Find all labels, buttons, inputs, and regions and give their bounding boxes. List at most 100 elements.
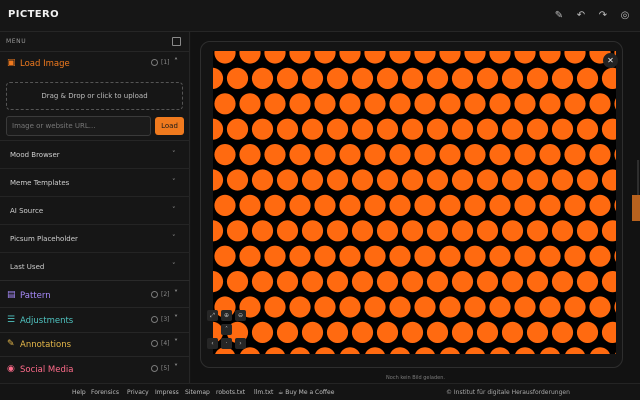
pattern-dot <box>439 245 461 267</box>
dot-pattern <box>189 42 640 369</box>
sub-item-meme-templates[interactable]: Meme Templates ˅ <box>0 169 190 197</box>
chevron-down-icon[interactable]: ˅ <box>174 314 178 323</box>
pattern-dot <box>339 245 361 267</box>
pan-right-icon[interactable]: › <box>235 338 246 349</box>
info-icon[interactable] <box>151 291 158 298</box>
pattern-dot <box>376 118 399 140</box>
sub-item-ai-source[interactable]: AI Source ˅ <box>0 197 190 225</box>
upload-dropzone[interactable]: Drag & Drop or click to upload <box>6 82 183 110</box>
sub-item-label: Meme Templates <box>10 179 70 187</box>
section-load-image[interactable]: ▣ Load Image [1] ˄ <box>0 52 190 76</box>
pattern-dot <box>389 42 411 64</box>
footer-link-privacy[interactable]: Privacy <box>127 389 149 396</box>
footer-copyright: © Institut für digitale Herausforderunge… <box>446 389 570 396</box>
pattern-dot <box>601 220 624 242</box>
sub-item-last-used[interactable]: Last Used ˅ <box>0 253 190 281</box>
footer-link-forensics[interactable]: Forensics <box>91 389 119 396</box>
pattern-dot <box>376 271 399 293</box>
sub-item-mood-browser[interactable]: Mood Browser ˅ <box>0 141 190 169</box>
info-icon[interactable] <box>151 365 158 372</box>
pattern-dot <box>289 93 311 115</box>
pattern-dot <box>251 67 274 89</box>
section-adjustments[interactable]: ☰ Adjustments [3] ˅ <box>0 309 190 333</box>
footer-link-impress[interactable]: Impress <box>155 389 179 396</box>
pattern-dot <box>251 321 274 343</box>
redo-icon[interactable]: ↷ <box>595 8 611 24</box>
pattern-dot <box>464 144 486 166</box>
section-count: [1] <box>161 59 170 66</box>
pen-icon[interactable]: ✎ <box>551 8 567 24</box>
pattern-dot <box>539 245 561 267</box>
pattern-dot <box>301 220 324 242</box>
section-pattern[interactable]: ▤ Pattern [2] ˅ <box>0 284 190 308</box>
pan-center-icon[interactable]: · <box>221 338 232 349</box>
pattern-dot <box>301 321 324 343</box>
pattern-dot <box>364 347 386 369</box>
pattern-dot <box>401 220 424 242</box>
pattern-dot <box>214 93 236 115</box>
fullscreen-icon[interactable]: ⤢ <box>207 310 218 321</box>
pattern-dot <box>264 347 286 369</box>
image-url-input[interactable] <box>6 116 151 136</box>
pan-left-icon[interactable]: ‹ <box>207 338 218 349</box>
pattern-dot <box>489 42 511 64</box>
pattern-dot <box>514 93 536 115</box>
footer-link-robots[interactable]: robots.txt <box>216 389 245 396</box>
pattern-dot <box>414 194 436 216</box>
pattern-dot <box>326 67 349 89</box>
pencil-icon: ✎ <box>7 339 15 349</box>
pattern-dot <box>226 169 249 191</box>
pattern-dot <box>276 118 299 140</box>
palette-icon[interactable]: ◎ <box>617 8 633 24</box>
zoom-out-icon[interactable]: ⊖ <box>235 310 246 321</box>
chevron-down-icon[interactable]: ˅ <box>174 289 178 298</box>
section-annotations[interactable]: ✎ Annotations [4] ˅ <box>0 333 190 357</box>
pattern-dot <box>401 169 424 191</box>
info-icon[interactable] <box>151 340 158 347</box>
pattern-dot <box>376 321 399 343</box>
footer-link-help[interactable]: Help <box>72 389 86 396</box>
sub-item-picsum-placeholder[interactable]: Picsum Placeholder ˅ <box>0 225 190 253</box>
footer-link-coffee[interactable]: ☕ Buy Me a Coffee <box>278 389 334 396</box>
pattern-dot <box>564 194 586 216</box>
pattern-dot <box>476 220 499 242</box>
pattern-dot <box>326 271 349 293</box>
pattern-dot <box>589 296 611 318</box>
close-icon[interactable]: ✕ <box>603 53 618 68</box>
pattern-dot <box>401 271 424 293</box>
pattern-dot <box>289 144 311 166</box>
load-button[interactable]: Load <box>155 117 184 135</box>
sub-item-label: AI Source <box>10 207 44 215</box>
pattern-dot <box>539 93 561 115</box>
chevron-down-icon[interactable]: ˅ <box>174 363 178 372</box>
chevron-up-icon[interactable]: ˄ <box>174 57 178 66</box>
pattern-dot <box>414 296 436 318</box>
pattern-dot <box>389 245 411 267</box>
pattern-dot <box>614 93 636 115</box>
pattern-dot <box>401 118 424 140</box>
pan-up-icon[interactable]: ˄ <box>221 324 232 335</box>
pattern-dot <box>451 220 474 242</box>
chevron-down-icon[interactable]: ˅ <box>174 338 178 347</box>
info-icon[interactable] <box>151 316 158 323</box>
pattern-dot <box>551 67 574 89</box>
pattern-dot <box>389 93 411 115</box>
pattern-dot <box>526 220 549 242</box>
undo-icon[interactable]: ↶ <box>573 8 589 24</box>
footer-link-sitemap[interactable]: Sitemap <box>185 389 210 396</box>
pattern-dot <box>589 144 611 166</box>
section-social-media[interactable]: ◉ Social Media [5] ˅ <box>0 358 190 382</box>
zoom-in-icon[interactable]: ⊕ <box>221 310 232 321</box>
info-icon[interactable] <box>151 59 158 66</box>
pattern-dot <box>414 347 436 369</box>
footer-link-llm[interactable]: llm.txt <box>254 389 273 396</box>
scroll-thumb[interactable] <box>632 195 640 221</box>
pattern-dot <box>501 67 524 89</box>
pattern-dot <box>264 245 286 267</box>
collapse-sidebar-icon[interactable] <box>172 37 181 46</box>
pattern-dot <box>214 42 236 64</box>
section-title: Annotations <box>20 340 72 350</box>
pattern-dot <box>264 144 286 166</box>
pattern-dot <box>426 118 449 140</box>
app-logo[interactable]: PICTERO <box>8 9 59 20</box>
